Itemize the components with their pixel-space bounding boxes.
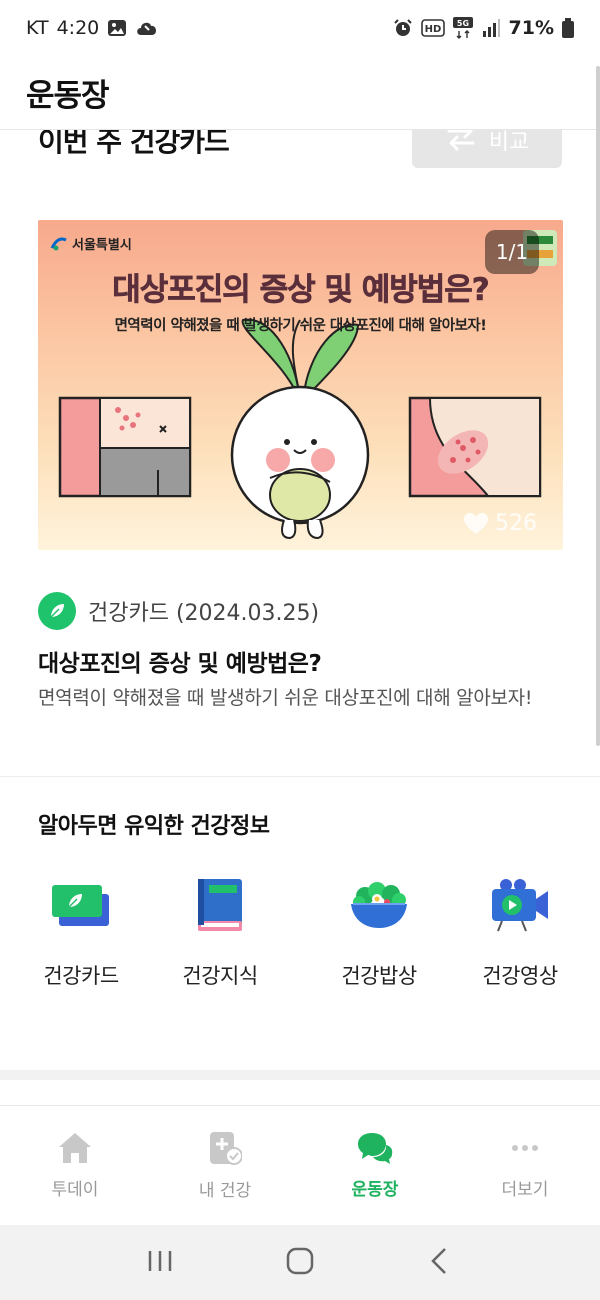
recent-apps-button[interactable] — [145, 1248, 175, 1278]
gallery-notification-icon — [107, 18, 127, 38]
info-item-label: 건강밥상 — [341, 964, 417, 988]
cloud-notification-icon — [135, 18, 159, 38]
battery-icon — [562, 18, 574, 38]
bottom-navigation: 투데이 내 건강 운동장 더보기 — [0, 1105, 600, 1225]
signal-strength-icon — [481, 18, 501, 38]
info-item-label: 건강영상 — [482, 964, 558, 988]
nav-label: 운동장 — [351, 1180, 399, 1200]
page-indicator: 1/1 — [485, 230, 539, 274]
info-item-health-card[interactable]: 건강카드 — [16, 870, 146, 990]
chat-bubbles-icon — [358, 1133, 393, 1164]
svg-text:HD: HD — [424, 24, 441, 35]
home-button[interactable] — [285, 1246, 315, 1280]
card-image-headline: 대상포진의 증상 및 예방법은? — [112, 272, 490, 309]
health-card-image[interactable]: 서울특별시 대상포진의 증상 및 예방법은? 면역력이 약해졌을 때 발생하기 … — [38, 220, 563, 550]
card-title[interactable]: 대상포진의 증상 및 예방법은? — [38, 644, 322, 678]
compare-label: 비교 — [488, 130, 530, 155]
info-item-healthy-meal[interactable]: 건강밥상 — [314, 870, 444, 990]
hd-voice-icon: HD — [420, 19, 445, 37]
svg-text:5G: 5G — [456, 19, 468, 28]
info-item-health-knowledge[interactable]: 건강지식 — [155, 870, 285, 990]
info-item-health-video[interactable]: 건강영상 — [455, 870, 585, 990]
nav-label: 더보기 — [501, 1180, 549, 1200]
compare-button[interactable]: 비교 — [412, 130, 562, 168]
leaf-icon — [38, 592, 76, 630]
home-circle-icon — [286, 1247, 314, 1274]
info-grid: 건강카드 건강지식 건강밥상 건강영상 — [0, 870, 600, 1000]
main-content[interactable]: 이번 주 건강카드 비교 서울특별시 대상포진의 증상 및 예방법은? 면역력이… — [0, 130, 600, 1105]
video-camera-icon — [455, 870, 585, 940]
status-bar: KT 4:20 HD 5G 71% — [0, 0, 600, 56]
alarm-icon — [393, 18, 413, 38]
card-source-row: 건강카드 (2024.03.25) — [38, 592, 319, 630]
home-icon — [59, 1133, 91, 1163]
like-counter[interactable]: 526 — [463, 511, 537, 536]
info-section-title: 알아두면 유익한 건강정보 — [38, 814, 270, 839]
nav-item-my-health[interactable]: 내 건강 — [150, 1106, 300, 1225]
section-separator-band — [0, 1070, 600, 1080]
card-image-subline: 면역력이 약해졌을 때 발생하기 쉬운 대상포진에 대해 알아보자! — [114, 318, 487, 334]
status-right: HD 5G 71% — [393, 17, 574, 39]
nav-item-today[interactable]: 투데이 — [0, 1106, 150, 1225]
health-card-icon — [16, 870, 146, 940]
nav-item-playground[interactable]: 운동장 — [300, 1106, 450, 1225]
status-left: KT 4:20 — [26, 17, 159, 39]
section-divider — [0, 776, 600, 777]
seoul-logo: 서울특별시 — [50, 234, 132, 253]
battery-percent: 71% — [508, 17, 554, 39]
recent-apps-icon — [148, 1250, 172, 1271]
clock: 4:20 — [56, 17, 100, 39]
nav-label: 내 건강 — [198, 1181, 252, 1201]
carrier-label: KT — [26, 17, 49, 39]
back-button[interactable] — [425, 1246, 455, 1280]
org-label: 서울특별시 — [72, 238, 132, 253]
like-count: 526 — [495, 511, 537, 536]
scroll-indicator[interactable] — [596, 66, 600, 746]
system-navigation-bar — [0, 1225, 600, 1300]
info-item-label: 건강카드 — [43, 964, 119, 988]
salad-bowl-icon — [314, 870, 444, 940]
info-item-label: 건강지식 — [182, 964, 258, 988]
nav-item-more[interactable]: 더보기 — [450, 1106, 600, 1225]
nav-label: 투데이 — [51, 1180, 99, 1200]
section-title: 이번 주 건강카드 — [38, 130, 230, 158]
seoul-logo-icon — [50, 237, 67, 250]
more-dots-icon — [512, 1145, 538, 1151]
swap-arrows-icon — [445, 130, 477, 157]
app-header: 운동장 — [0, 56, 600, 130]
health-record-icon — [210, 1132, 242, 1165]
page-title: 운동장 — [26, 78, 110, 114]
heart-icon — [464, 512, 488, 534]
card-source-label: 건강카드 (2024.03.25) — [88, 601, 320, 626]
card-description: 면역력이 약해졌을 때 발생하기 쉬운 대상포진에 대해 알아보자! — [38, 687, 533, 709]
weekly-card-section-header: 이번 주 건강카드 비교 — [38, 130, 562, 168]
health-book-icon — [155, 870, 285, 940]
back-arrow-icon — [431, 1247, 446, 1274]
network-5g-icon: 5G — [452, 17, 473, 39]
